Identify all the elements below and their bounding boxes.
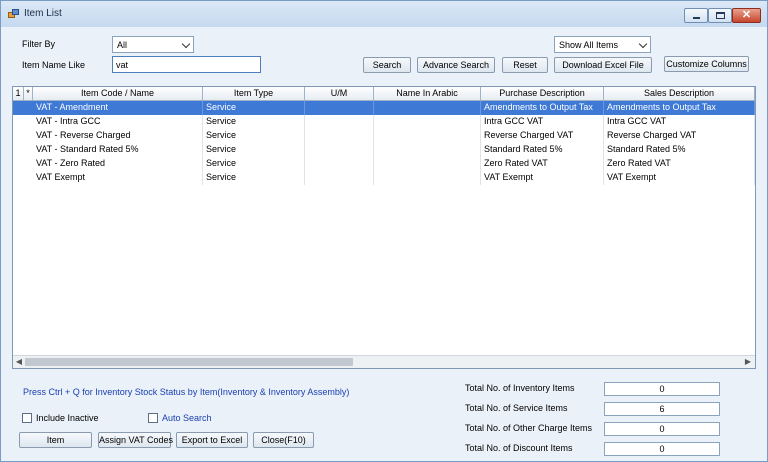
minimize-button[interactable] — [684, 8, 708, 23]
export-to-excel-button[interactable]: Export to Excel — [176, 432, 248, 448]
download-excel-button[interactable]: Download Excel File — [554, 57, 652, 73]
cell-purchase-description: VAT Exempt — [481, 171, 604, 185]
cell-item-type: Service — [203, 101, 305, 115]
filter-by-value: All — [117, 40, 128, 50]
cell-item-type: Service — [203, 157, 305, 171]
horizontal-scrollbar[interactable]: ◀ ▶ — [13, 355, 755, 368]
table-row[interactable]: VAT - Reverse Charged Service Reverse Ch… — [13, 129, 755, 143]
table-row[interactable]: VAT - Zero Rated Service Zero Rated VAT … — [13, 157, 755, 171]
close-window-button[interactable]: ✕ — [732, 8, 761, 23]
scroll-thumb[interactable] — [25, 358, 353, 366]
close-icon: ✕ — [741, 9, 752, 21]
table-row[interactable]: VAT - Standard Rated 5% Service Standard… — [13, 143, 755, 157]
total-discount-label: Total No. of Discount Items — [465, 443, 573, 453]
cell-item-type: Service — [203, 129, 305, 143]
filter-by-label: Filter By — [22, 39, 56, 49]
cell-item-code: VAT Exempt — [24, 171, 203, 185]
cell-purchase-description: Amendments to Output Tax — [481, 101, 604, 115]
cell-name-arabic — [374, 157, 481, 171]
assign-vat-codes-button[interactable]: Assign VAT Codes — [98, 432, 173, 448]
reset-button[interactable]: Reset — [502, 57, 548, 73]
inventory-status-hint: Press Ctrl + Q for Inventory Stock Statu… — [23, 387, 350, 397]
total-other-charge-label: Total No. of Other Charge Items — [465, 423, 593, 433]
advance-search-button[interactable]: Advance Search — [417, 57, 495, 73]
filter-by-select[interactable]: All — [112, 36, 194, 53]
row-number-header[interactable]: 1 — [13, 87, 24, 101]
cell-item-code: VAT - Standard Rated 5% — [24, 143, 203, 157]
column-header-purchase-description[interactable]: Purchase Description — [481, 87, 604, 101]
cell-item-code: VAT - Amendment — [24, 101, 203, 115]
cell-name-arabic — [374, 171, 481, 185]
show-items-select[interactable]: Show All Items — [554, 36, 651, 53]
cell-um — [305, 143, 374, 157]
title-bar[interactable]: Item List ✕ — [1, 1, 767, 27]
cell-sales-description: Intra GCC VAT — [604, 115, 755, 129]
item-button[interactable]: Item — [19, 432, 92, 448]
star-header[interactable]: * — [24, 87, 33, 101]
window-title: Item List — [24, 8, 62, 19]
item-grid[interactable]: 1 * Item Code / Name Item Type U/M Name … — [12, 86, 756, 369]
table-row[interactable]: VAT - Amendment Service Amendments to Ou… — [13, 101, 755, 115]
item-name-input[interactable]: vat — [112, 56, 261, 73]
column-header-sales-description[interactable]: Sales Description — [604, 87, 755, 101]
auto-search-label[interactable]: Auto Search — [162, 413, 212, 423]
total-discount-value: 0 — [604, 442, 720, 456]
show-items-value: Show All Items — [559, 40, 619, 50]
cell-name-arabic — [374, 143, 481, 157]
app-icon — [8, 9, 19, 19]
item-list-window: Item List ✕ Filter By All Item Name Like… — [0, 0, 768, 462]
cell-item-type: Service — [203, 171, 305, 185]
table-row[interactable]: VAT Exempt Service VAT Exempt VAT Exempt — [13, 171, 755, 185]
cell-item-type: Service — [203, 115, 305, 129]
cell-um — [305, 129, 374, 143]
cell-name-arabic — [374, 129, 481, 143]
cell-sales-description: Zero Rated VAT — [604, 157, 755, 171]
cell-sales-description: Reverse Charged VAT — [604, 129, 755, 143]
total-other-charge-value: 0 — [604, 422, 720, 436]
total-service-value: 6 — [604, 402, 720, 416]
cell-um — [305, 157, 374, 171]
cell-item-code: VAT - Intra GCC — [24, 115, 203, 129]
item-name-label: Item Name Like — [22, 60, 86, 70]
maximize-button[interactable] — [708, 8, 732, 23]
cell-um — [305, 171, 374, 185]
total-inventory-value: 0 — [604, 382, 720, 396]
cell-purchase-description: Reverse Charged VAT — [481, 129, 604, 143]
cell-item-code: VAT - Reverse Charged — [24, 129, 203, 143]
customize-columns-button[interactable]: Customize Columns — [664, 56, 749, 72]
total-inventory-label: Total No. of Inventory Items — [465, 383, 575, 393]
cell-um — [305, 101, 374, 115]
scroll-left-icon[interactable]: ◀ — [14, 357, 24, 367]
column-header-um[interactable]: U/M — [305, 87, 374, 101]
scroll-right-icon[interactable]: ▶ — [743, 357, 753, 367]
cell-name-arabic — [374, 101, 481, 115]
table-row[interactable]: VAT - Intra GCC Service Intra GCC VAT In… — [13, 115, 755, 129]
cell-sales-description: Amendments to Output Tax — [604, 101, 755, 115]
search-button[interactable]: Search — [363, 57, 411, 73]
cell-purchase-description: Zero Rated VAT — [481, 157, 604, 171]
include-inactive-checkbox[interactable] — [22, 413, 32, 423]
column-header-name-arabic[interactable]: Name In Arabic — [374, 87, 481, 101]
auto-search-checkbox[interactable] — [148, 413, 158, 423]
cell-purchase-description: Intra GCC VAT — [481, 115, 604, 129]
cell-item-code: VAT - Zero Rated — [24, 157, 203, 171]
item-name-value: vat — [116, 60, 129, 70]
cell-um — [305, 115, 374, 129]
cell-purchase-description: Standard Rated 5% — [481, 143, 604, 157]
cell-name-arabic — [374, 115, 481, 129]
chevron-down-icon — [638, 39, 648, 49]
column-header-item-code[interactable]: Item Code / Name — [33, 87, 203, 101]
total-service-label: Total No. of Service Items — [465, 403, 568, 413]
close-button[interactable]: Close(F10) — [253, 432, 314, 448]
cell-item-type: Service — [203, 143, 305, 157]
column-header-item-type[interactable]: Item Type — [203, 87, 305, 101]
chevron-down-icon — [181, 39, 191, 49]
include-inactive-label[interactable]: Include Inactive — [36, 413, 99, 423]
maximize-icon — [716, 12, 725, 19]
minimize-icon — [693, 17, 700, 19]
cell-sales-description: VAT Exempt — [604, 171, 755, 185]
cell-sales-description: Standard Rated 5% — [604, 143, 755, 157]
